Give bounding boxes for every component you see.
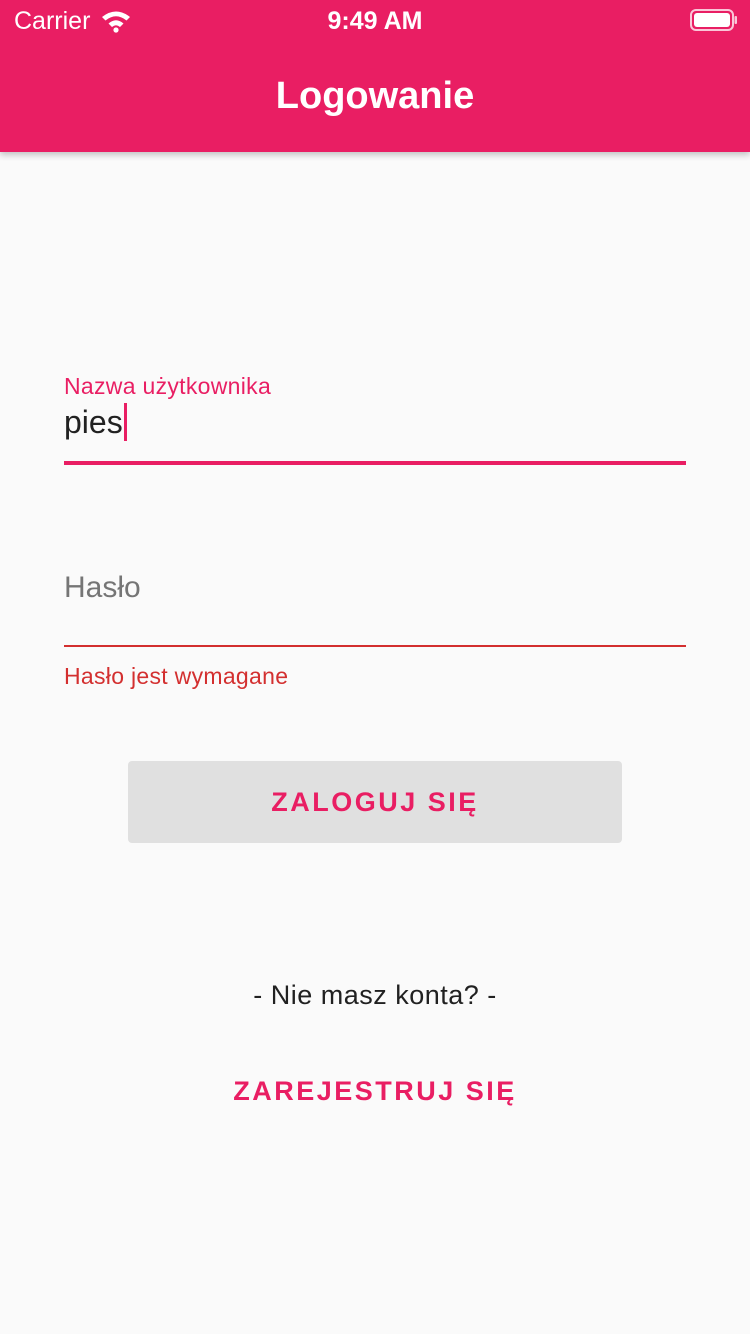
login-button[interactable]: ZALOGUJ SIĘ <box>128 761 622 843</box>
status-bar: Carrier 9:49 AM <box>0 0 750 40</box>
username-input[interactable]: pies <box>64 402 127 442</box>
password-underline <box>64 645 686 647</box>
username-label: Nazwa użytkownika <box>64 373 272 399</box>
login-screen: Carrier 9:49 AM Logowanie Nazwa użytkown… <box>0 0 750 1334</box>
status-time: 9:49 AM <box>327 7 423 35</box>
register-button[interactable]: ZAREJESTRUJ SIĘ <box>200 1060 550 1122</box>
app-bar: Carrier 9:49 AM Logowanie <box>0 0 750 152</box>
page-title: Logowanie <box>275 75 475 117</box>
battery-icon <box>690 9 737 31</box>
password-label[interactable]: Hasło <box>64 568 141 608</box>
no-account-text: - Nie masz konta? - <box>253 980 497 1010</box>
username-value: pies <box>64 404 123 440</box>
username-field[interactable]: Nazwa użytkownika pies <box>64 360 686 468</box>
password-error: Hasło jest wymagane <box>64 663 289 689</box>
text-cursor <box>123 403 127 441</box>
password-field[interactable]: Hasło Hasło jest wymagane <box>64 550 686 700</box>
username-underline <box>64 461 686 465</box>
